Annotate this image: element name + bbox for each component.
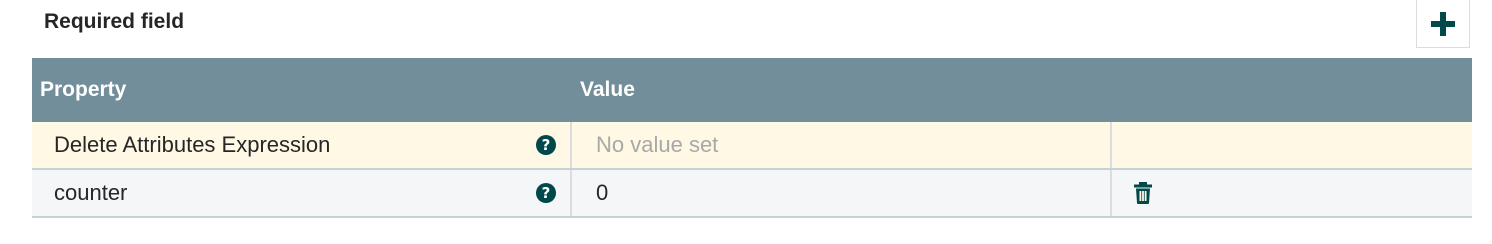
- question-circle-icon[interactable]: ?: [536, 135, 556, 155]
- table-header: Property Value: [32, 58, 1472, 122]
- properties-table: Property Value Delete Attributes Express…: [32, 58, 1472, 218]
- question-circle-icon[interactable]: ?: [536, 183, 556, 203]
- plus-icon: [1431, 11, 1455, 36]
- property-actions: [1110, 122, 1472, 168]
- add-property-button[interactable]: [1416, 0, 1470, 48]
- property-name: Delete Attributes Expression: [54, 132, 331, 157]
- required-field-label: Required field: [44, 10, 185, 33]
- table-row[interactable]: counter ? 0: [32, 170, 1472, 218]
- properties-panel: Required field Property Value Delete Att…: [0, 0, 1492, 244]
- table-row[interactable]: Delete Attributes Expression ? No value …: [32, 122, 1472, 170]
- column-header-value[interactable]: Value: [580, 58, 635, 122]
- property-name: counter: [54, 180, 128, 205]
- trash-icon[interactable]: [1133, 182, 1153, 204]
- column-header-property[interactable]: Property: [40, 58, 126, 122]
- property-actions: [1110, 170, 1472, 216]
- property-value[interactable]: 0: [570, 170, 1110, 216]
- property-value[interactable]: No value set: [570, 122, 1110, 168]
